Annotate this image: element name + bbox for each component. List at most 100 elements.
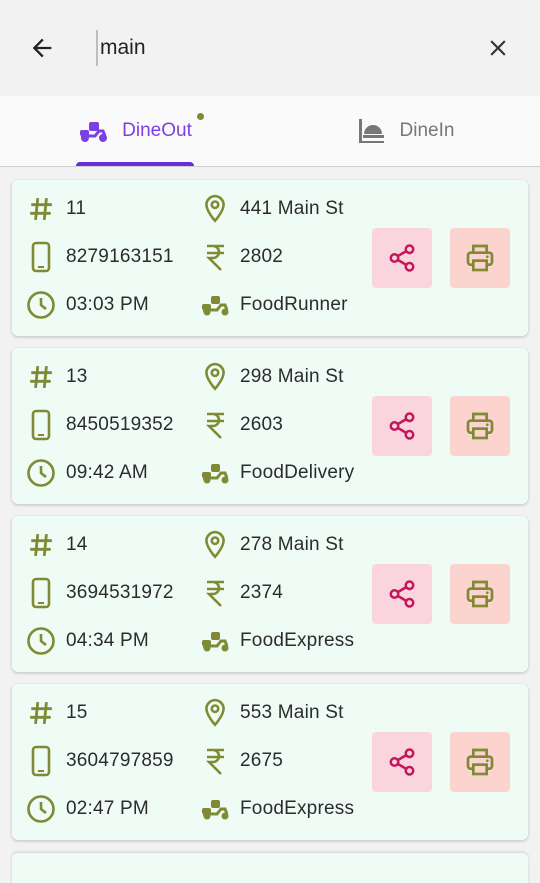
print-button[interactable] <box>450 396 510 456</box>
notification-dot <box>197 113 204 120</box>
order-id-field: 14 <box>26 530 88 560</box>
order-card[interactable]: 14 278 Main St 3694531972 2374 04:34 PM … <box>12 516 528 672</box>
phone-field: 8279163151 <box>26 241 174 273</box>
tab-bar: DineOut DineIn <box>0 96 540 167</box>
tab-dineout-label: DineOut <box>122 120 192 141</box>
clear-search-button[interactable] <box>478 28 518 68</box>
print-button[interactable] <box>450 732 510 792</box>
rupee-icon <box>205 580 224 607</box>
rupee-icon <box>205 748 224 775</box>
amount-field: 2603 <box>200 410 283 440</box>
tab-dinein-label: DineIn <box>399 120 455 141</box>
share-icon <box>389 580 415 608</box>
dine-in-icon <box>358 119 384 143</box>
address-field: 553 Main St <box>200 698 344 728</box>
location-pin-icon <box>205 530 225 559</box>
order-partner: FoodExpress <box>240 798 355 819</box>
hash-icon <box>30 366 52 388</box>
scooter-icon <box>202 632 229 652</box>
delivery-partner-field: FoodDelivery <box>200 458 354 488</box>
order-phone: 8279163151 <box>66 246 174 267</box>
order-address: 553 Main St <box>240 702 344 723</box>
printer-icon <box>466 580 494 608</box>
order-id: 15 <box>66 702 88 723</box>
active-tab-indicator <box>76 162 194 166</box>
phone-icon <box>31 409 51 441</box>
tab-dineout[interactable]: DineOut <box>0 96 270 166</box>
scooter-icon <box>202 464 229 484</box>
order-address: 298 Main St <box>240 366 344 387</box>
phone-field: 8450519352 <box>26 409 174 441</box>
amount-field: 2374 <box>200 578 283 608</box>
hash-icon <box>30 702 52 724</box>
order-time: 09:42 AM <box>66 462 148 483</box>
share-icon <box>389 412 415 440</box>
order-phone: 3694531972 <box>66 582 174 603</box>
clock-icon <box>27 291 55 319</box>
clock-icon <box>27 627 55 655</box>
share-button[interactable] <box>372 732 432 792</box>
time-field: 04:34 PM <box>26 626 149 656</box>
order-card-partial <box>12 853 528 883</box>
order-id: 11 <box>66 198 87 219</box>
order-partner: FoodDelivery <box>240 462 355 483</box>
delivery-partner-field: FoodExpress <box>200 626 354 656</box>
order-id: 14 <box>66 534 88 555</box>
order-address: 278 Main St <box>240 534 344 555</box>
printer-icon <box>466 244 494 272</box>
print-button[interactable] <box>450 228 510 288</box>
share-button[interactable] <box>372 564 432 624</box>
time-field: 09:42 AM <box>26 458 148 488</box>
order-time: 04:34 PM <box>66 630 149 651</box>
location-pin-icon <box>205 194 225 223</box>
rupee-icon <box>205 244 224 271</box>
hash-icon <box>30 198 52 220</box>
delivery-partner-field: FoodExpress <box>200 794 354 824</box>
location-pin-icon <box>205 698 225 727</box>
amount-field: 2802 <box>200 242 283 272</box>
hash-icon <box>30 534 52 556</box>
close-icon <box>490 40 506 56</box>
print-button[interactable] <box>450 564 510 624</box>
order-card[interactable]: 11 441 Main St 8279163151 2802 03:03 PM … <box>12 180 528 336</box>
order-phone: 3604797859 <box>66 750 174 771</box>
phone-field: 3604797859 <box>26 745 174 777</box>
order-id-field: 11 <box>26 194 86 224</box>
back-button[interactable] <box>22 28 62 68</box>
address-field: 278 Main St <box>200 530 344 560</box>
order-card[interactable]: 13 298 Main St 8450519352 2603 09:42 AM … <box>12 348 528 504</box>
share-icon <box>389 244 415 272</box>
order-partner: FoodExpress <box>240 630 355 651</box>
address-field: 298 Main St <box>200 362 344 392</box>
share-button[interactable] <box>372 228 432 288</box>
phone-icon <box>31 745 51 777</box>
time-field: 02:47 PM <box>26 794 149 824</box>
printer-icon <box>466 748 494 776</box>
clock-icon <box>27 795 55 823</box>
phone-icon <box>31 577 51 609</box>
order-id: 13 <box>66 366 88 387</box>
time-field: 03:03 PM <box>26 290 149 320</box>
search-input[interactable] <box>96 30 460 66</box>
share-button[interactable] <box>372 396 432 456</box>
scooter-icon <box>80 122 108 142</box>
order-phone: 8450519352 <box>66 414 174 435</box>
delivery-partner-field: FoodRunner <box>200 290 348 320</box>
scooter-icon <box>202 296 229 316</box>
arrow-left-icon <box>32 38 52 58</box>
order-card[interactable]: 15 553 Main St 3604797859 2675 02:47 PM … <box>12 684 528 840</box>
order-id-field: 13 <box>26 362 88 392</box>
printer-icon <box>466 412 494 440</box>
order-partner: FoodRunner <box>240 294 348 315</box>
order-time: 02:47 PM <box>66 798 149 819</box>
search-bar <box>0 0 540 96</box>
location-pin-icon <box>205 362 225 391</box>
order-amount: 2374 <box>240 582 284 603</box>
tab-dinein[interactable]: DineIn <box>270 96 540 166</box>
scooter-icon <box>202 800 229 820</box>
order-address: 441 Main St <box>240 198 344 219</box>
order-amount: 2802 <box>240 246 284 267</box>
order-time: 03:03 PM <box>66 294 149 315</box>
rupee-icon <box>205 412 224 439</box>
order-amount: 2675 <box>240 750 284 771</box>
